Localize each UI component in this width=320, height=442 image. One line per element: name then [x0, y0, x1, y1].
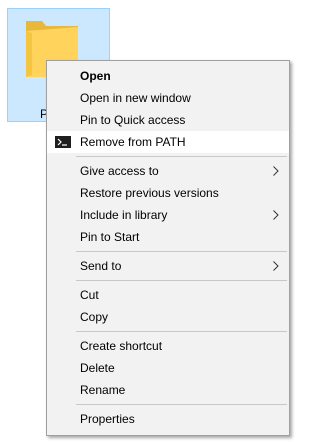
- menu-item-properties[interactable]: Properties: [47, 408, 289, 430]
- menu-item-cut[interactable]: Cut: [47, 284, 289, 306]
- menu-item-label: Properties: [80, 412, 135, 426]
- menu-item-label: Pin to Quick access: [80, 113, 186, 127]
- menu-item-copy[interactable]: Copy: [47, 306, 289, 328]
- menu-separator: [76, 280, 287, 281]
- menu-item-label: Create shortcut: [80, 339, 163, 353]
- menu-item-remove-from-path[interactable]: Remove from PATH: [47, 131, 289, 153]
- context-menu: Open Open in new window Pin to Quick acces…: [46, 60, 290, 436]
- menu-item-send-to[interactable]: Send to: [47, 255, 289, 277]
- menu-separator: [76, 331, 287, 332]
- menu-separator: [76, 251, 287, 252]
- menu-item-label: Rename: [80, 383, 126, 397]
- menu-item-pin-to-start[interactable]: Pin to Start: [47, 226, 289, 248]
- menu-item-create-shortcut[interactable]: Create shortcut: [47, 335, 289, 357]
- menu-item-label: Give access to: [80, 164, 159, 178]
- menu-item-give-access-to[interactable]: Give access to: [47, 160, 289, 182]
- chevron-right-icon: [273, 166, 279, 176]
- menu-item-label: Open in new window: [80, 91, 191, 105]
- menu-item-label: Restore previous versions: [80, 186, 219, 200]
- menu-item-pin-to-quick-access[interactable]: Pin to Quick access: [47, 109, 289, 131]
- menu-item-label: Include in library: [80, 208, 168, 222]
- menu-item-label: Send to: [80, 259, 122, 273]
- menu-item-label: Copy: [80, 310, 109, 324]
- menu-item-label: Remove from PATH: [80, 135, 186, 149]
- terminal-icon: [55, 136, 71, 148]
- menu-item-label: Open: [80, 69, 111, 83]
- menu-separator: [76, 156, 287, 157]
- menu-item-delete[interactable]: Delete: [47, 357, 289, 379]
- menu-item-open[interactable]: Open: [47, 65, 289, 87]
- menu-item-include-in-library[interactable]: Include in library: [47, 204, 289, 226]
- menu-separator: [76, 404, 287, 405]
- menu-item-label: Cut: [80, 288, 99, 302]
- chevron-right-icon: [273, 261, 279, 271]
- menu-item-label: Pin to Start: [80, 230, 140, 244]
- chevron-right-icon: [273, 210, 279, 220]
- menu-item-open-in-new-window[interactable]: Open in new window: [47, 87, 289, 109]
- menu-item-rename[interactable]: Rename: [47, 379, 289, 401]
- menu-item-restore-previous-versions[interactable]: Restore previous versions: [47, 182, 289, 204]
- menu-item-label: Delete: [80, 361, 115, 375]
